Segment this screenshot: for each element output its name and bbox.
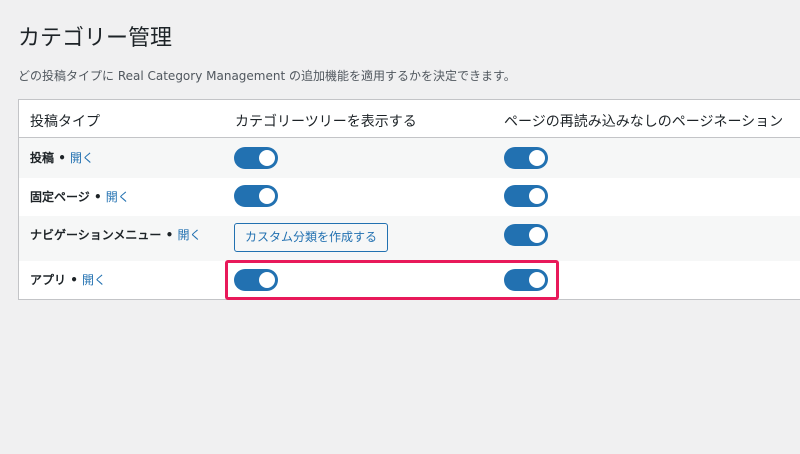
row-label-text: 固定ページ <box>30 190 90 204</box>
row-separator: • <box>66 273 83 287</box>
header-pagination: ページの再読み込みなしのページネーション <box>504 114 784 130</box>
toggle-knob <box>529 227 545 243</box>
table-header-row: 投稿タイプ カテゴリーツリーを表示する ページの再読み込みなしのページネーション <box>19 100 800 138</box>
post-type-settings-table: 投稿タイプ カテゴリーツリーを表示する ページの再読み込みなしのページネーション… <box>18 99 800 300</box>
row-label: ナビゲーションメニュー • 開く <box>30 226 201 243</box>
row-label: 投稿 • 開く <box>30 149 94 166</box>
toggle-knob <box>259 272 275 288</box>
row-separator: • <box>89 190 106 204</box>
table-row-app: アプリ • 開く <box>19 261 800 299</box>
table-row-nav-menu: ナビゲーションメニュー • 開く カスタム分類を作成する <box>19 216 800 261</box>
pagination-toggle[interactable] <box>504 224 548 246</box>
header-post-type: 投稿タイプ <box>30 114 100 130</box>
page-description: どの投稿タイプに Real Category Management の追加機能を… <box>18 69 516 83</box>
show-tree-toggle[interactable] <box>234 147 278 169</box>
pagination-toggle[interactable] <box>504 185 548 207</box>
open-link[interactable]: 開く <box>70 151 94 165</box>
row-label-text: 投稿 <box>30 151 55 165</box>
toggle-knob <box>529 272 545 288</box>
row-label-text: ナビゲーションメニュー <box>30 228 162 242</box>
create-custom-taxonomy-button[interactable]: カスタム分類を作成する <box>234 223 389 252</box>
show-tree-toggle[interactable] <box>234 185 278 207</box>
table-row-page: 固定ページ • 開く <box>19 178 800 216</box>
row-separator: • <box>161 228 178 242</box>
open-link[interactable]: 開く <box>82 273 106 287</box>
show-tree-toggle[interactable] <box>234 269 278 291</box>
page-title: カテゴリー管理 <box>18 26 173 51</box>
header-show-tree: カテゴリーツリーを表示する <box>235 114 417 130</box>
toggle-knob <box>529 188 545 204</box>
toggle-knob <box>259 150 275 166</box>
pagination-toggle[interactable] <box>504 269 548 291</box>
row-label-text: アプリ <box>30 273 67 287</box>
row-label: 固定ページ • 開く <box>30 188 130 205</box>
row-separator: • <box>54 151 71 165</box>
pagination-toggle[interactable] <box>504 147 548 169</box>
toggle-knob <box>529 150 545 166</box>
toggle-knob <box>259 188 275 204</box>
open-link[interactable]: 開く <box>106 190 130 204</box>
open-link[interactable]: 開く <box>177 228 201 242</box>
category-management-page: カテゴリー管理 どの投稿タイプに Real Category Managemen… <box>0 0 800 454</box>
table-row-post: 投稿 • 開く <box>19 138 800 178</box>
row-label: アプリ • 開く <box>30 271 106 288</box>
